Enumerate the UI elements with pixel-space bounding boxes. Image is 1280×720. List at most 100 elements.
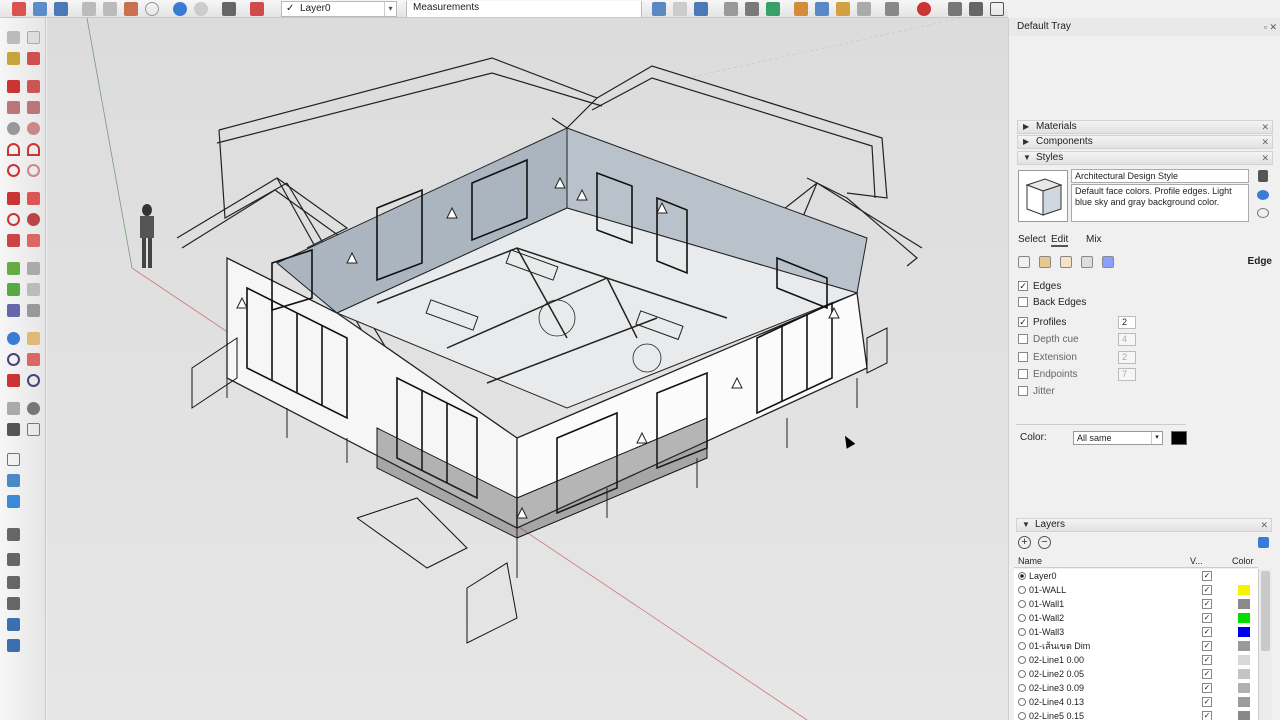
warehouse-icon[interactable] bbox=[948, 2, 962, 16]
orbit-icon[interactable] bbox=[7, 332, 20, 345]
layer-color-swatch[interactable] bbox=[1238, 599, 1250, 609]
offset-icon[interactable] bbox=[27, 234, 40, 247]
section-tool-icon[interactable] bbox=[27, 423, 40, 436]
active-layer-radio[interactable] bbox=[1018, 628, 1026, 636]
extension-icon[interactable] bbox=[969, 2, 983, 16]
pencil-icon[interactable] bbox=[724, 2, 738, 16]
layer-visible-checkbox[interactable]: ✓ bbox=[1202, 697, 1212, 707]
home-view-icon[interactable] bbox=[673, 2, 687, 16]
active-layer-radio[interactable] bbox=[1018, 600, 1026, 608]
paint-icon[interactable] bbox=[794, 2, 808, 16]
layer-visible-checkbox[interactable]: ✓ bbox=[1202, 655, 1212, 665]
chevron-down-icon[interactable]: ▾ bbox=[1151, 432, 1162, 444]
edges-option[interactable]: ✓ Edges bbox=[1018, 281, 1061, 295]
edge-color-swatch[interactable] bbox=[1171, 431, 1187, 445]
layer-visible-checkbox[interactable]: ✓ bbox=[1202, 585, 1212, 595]
record-icon[interactable] bbox=[917, 2, 931, 16]
home-icon[interactable] bbox=[990, 2, 1004, 16]
style-thumbnail[interactable] bbox=[1018, 170, 1068, 222]
follow-me-tool-icon[interactable] bbox=[27, 213, 40, 226]
style-name-field[interactable]: Architectural Design Style bbox=[1071, 169, 1249, 183]
edges-checkbox[interactable]: ✓ bbox=[1018, 281, 1028, 291]
layers-panel-header[interactable]: ▼ Layers ✕ bbox=[1016, 518, 1272, 532]
dimension-icon[interactable] bbox=[27, 262, 40, 275]
close-icon[interactable]: ✕ bbox=[1261, 152, 1269, 164]
layer-visible-checkbox[interactable]: ✓ bbox=[1202, 669, 1212, 679]
scale-tool-icon[interactable] bbox=[7, 234, 20, 247]
active-layer-radio[interactable] bbox=[1018, 614, 1026, 622]
paint-bucket-icon[interactable] bbox=[7, 52, 20, 65]
rectangle-icon[interactable] bbox=[7, 101, 20, 114]
3d-text-icon[interactable] bbox=[27, 304, 40, 317]
print-icon[interactable] bbox=[222, 2, 236, 16]
line-icon[interactable] bbox=[7, 80, 20, 93]
layer-visible-checkbox[interactable]: ✓ bbox=[1202, 711, 1212, 720]
background-settings-icon[interactable] bbox=[1060, 256, 1072, 268]
active-layer-radio[interactable] bbox=[1018, 670, 1026, 678]
layer-color-swatch[interactable] bbox=[1238, 585, 1250, 595]
layer-name[interactable]: 02-Line1 0.00 bbox=[1029, 653, 1084, 667]
layer-visible-checkbox[interactable]: ✓ bbox=[1202, 683, 1212, 693]
endpoints-checkbox[interactable] bbox=[1018, 369, 1028, 379]
layer-row[interactable]: 02-Line4 0.13 ✓ bbox=[1014, 695, 1258, 709]
active-layer-radio[interactable] bbox=[1018, 684, 1026, 692]
active-layer-radio[interactable] bbox=[1018, 586, 1026, 594]
tab-edit[interactable]: Edit bbox=[1051, 233, 1069, 247]
model-viewport[interactable] bbox=[47, 18, 1008, 720]
back-edges-option[interactable]: Back Edges bbox=[1018, 297, 1086, 311]
download-icon[interactable] bbox=[694, 2, 708, 16]
layer-color-swatch[interactable] bbox=[1238, 641, 1250, 651]
depth-cue-option[interactable]: Depth cue bbox=[1018, 334, 1079, 348]
extension-option[interactable]: Extension bbox=[1018, 352, 1077, 366]
polygon-icon[interactable] bbox=[27, 122, 40, 135]
active-layer-radio[interactable] bbox=[1018, 642, 1026, 650]
layer-color-swatch[interactable] bbox=[1238, 613, 1250, 623]
protractor-icon[interactable] bbox=[7, 283, 20, 296]
layer-visible-checkbox[interactable]: ✓ bbox=[1202, 571, 1212, 581]
two-point-arc-icon[interactable] bbox=[27, 143, 40, 156]
depth-cue-input[interactable]: 4 bbox=[1118, 333, 1136, 346]
undo-icon[interactable] bbox=[173, 2, 187, 16]
components-icon[interactable] bbox=[815, 2, 829, 16]
endpoints-option[interactable]: Endpoints bbox=[1018, 369, 1077, 383]
styles-panel-header[interactable]: ▼ Styles ✕ bbox=[1017, 151, 1273, 165]
rotated-rectangle-icon[interactable] bbox=[27, 101, 40, 114]
scrollbar-thumb[interactable] bbox=[1261, 571, 1270, 651]
cut-icon[interactable] bbox=[82, 2, 96, 16]
photo-textures-icon[interactable] bbox=[7, 495, 20, 508]
layer-name[interactable]: 01-Wall1 bbox=[1029, 597, 1064, 611]
position-camera-icon[interactable] bbox=[7, 402, 20, 415]
scale-icon[interactable] bbox=[885, 2, 899, 16]
layer-color-swatch[interactable] bbox=[1238, 711, 1250, 720]
layer-details-icon[interactable] bbox=[1258, 537, 1269, 548]
look-around-icon[interactable] bbox=[27, 402, 40, 415]
layer-dropdown[interactable]: ✓ Layer0 ▾ bbox=[281, 1, 397, 17]
delete-layer-button[interactable]: − bbox=[1038, 536, 1051, 549]
measurements-box[interactable]: Measurements bbox=[406, 1, 642, 17]
layer-row[interactable]: 01-WALL ✓ bbox=[1014, 583, 1258, 597]
col-name[interactable]: Name bbox=[1018, 555, 1042, 567]
back-edges-checkbox[interactable] bbox=[1018, 297, 1028, 307]
layer-name[interactable]: 01-เส้นเขต Dim bbox=[1029, 639, 1090, 653]
active-layer-radio[interactable] bbox=[1018, 656, 1026, 664]
layer-color-swatch[interactable] bbox=[1238, 571, 1250, 581]
style-description-field[interactable]: Default face colors. Profile edges. Ligh… bbox=[1071, 184, 1249, 222]
update-style-icon[interactable] bbox=[1258, 170, 1268, 182]
active-layer-radio[interactable] bbox=[1018, 572, 1026, 580]
layer-name[interactable]: 02-Line5 0.15 bbox=[1029, 709, 1084, 720]
save-icon[interactable] bbox=[54, 2, 68, 16]
create-style-icon[interactable] bbox=[1257, 190, 1269, 200]
erase-icon[interactable] bbox=[145, 2, 159, 16]
extension-checkbox[interactable] bbox=[1018, 352, 1028, 362]
modeling-settings-icon[interactable] bbox=[1102, 256, 1114, 268]
layer-visible-checkbox[interactable]: ✓ bbox=[1202, 599, 1212, 609]
follow-me-icon[interactable] bbox=[766, 2, 780, 16]
close-icon[interactable]: ✕ bbox=[1260, 519, 1268, 531]
layer-row[interactable]: 02-Line1 0.00 ✓ bbox=[1014, 653, 1258, 667]
layer-name[interactable]: 02-Line4 0.13 bbox=[1029, 695, 1084, 709]
layer-row[interactable]: 02-Line5 0.15 ✓ bbox=[1014, 709, 1258, 720]
layout-icon[interactable] bbox=[7, 618, 20, 631]
paste-icon[interactable] bbox=[124, 2, 138, 16]
layer-row[interactable]: 02-Line3 0.09 ✓ bbox=[1014, 681, 1258, 695]
zoom-extents-icon[interactable] bbox=[7, 374, 20, 387]
